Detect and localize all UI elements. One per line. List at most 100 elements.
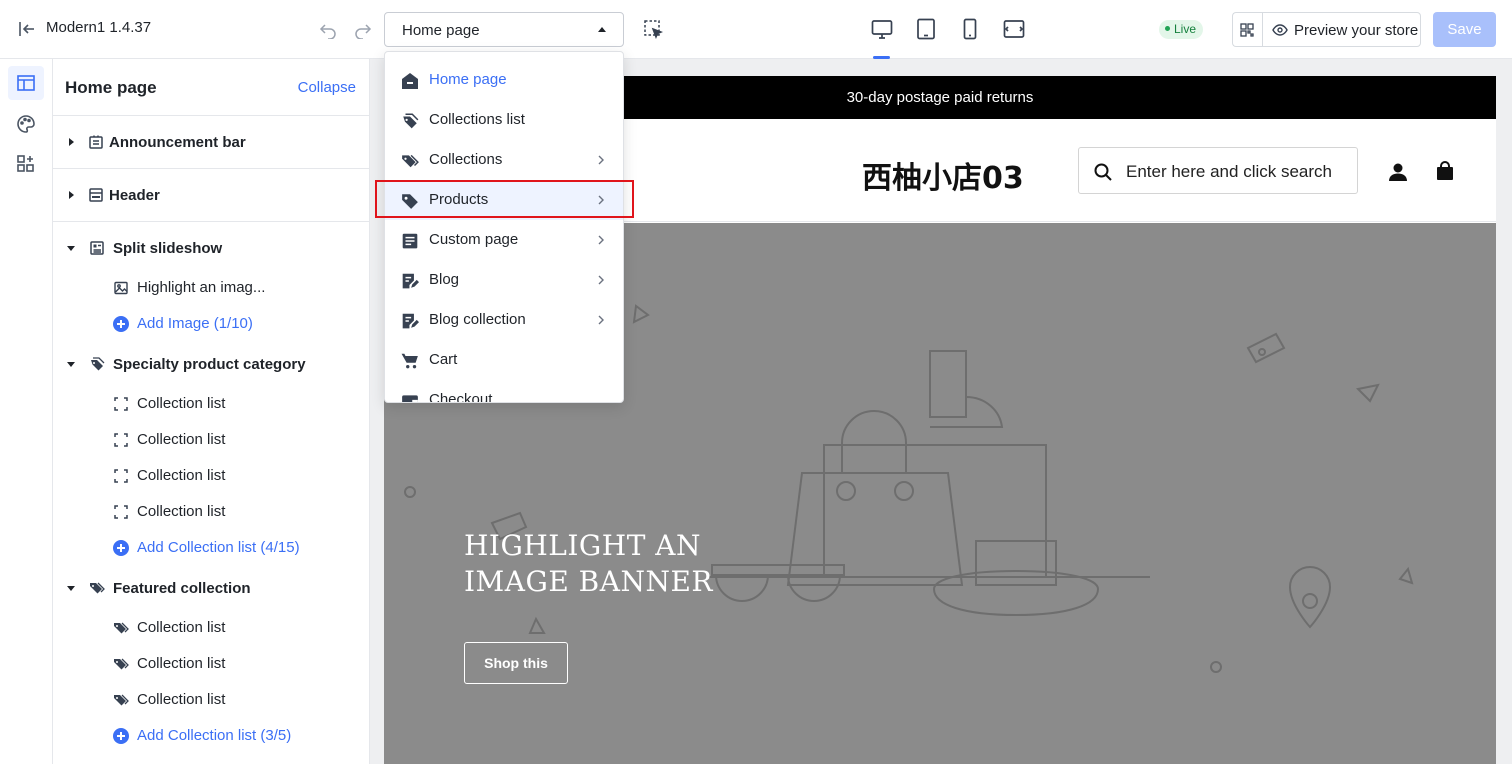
hero-title[interactable]: HIGHLIGHT AN IMAGE BANNER	[464, 528, 713, 600]
exit-icon[interactable]	[16, 19, 36, 39]
dashed-square-icon	[114, 397, 128, 411]
block-item[interactable]: Collection list	[53, 464, 369, 488]
undo-icon[interactable]	[318, 19, 338, 39]
section-split-slideshow[interactable]: Split slideshow	[53, 235, 369, 261]
chevron-right-icon	[598, 275, 604, 285]
dropdown-item-label: Custom page	[429, 231, 519, 248]
block-label: Collection list	[137, 503, 226, 520]
add-circle-icon	[113, 540, 129, 556]
dropdown-item-label: Collections list	[429, 111, 525, 128]
search-icon	[1094, 163, 1112, 181]
tablet-view-icon[interactable]	[914, 17, 938, 41]
tags-icon	[114, 658, 129, 670]
page-selector-dropdown: Home page Collections list Collections P…	[384, 51, 624, 403]
add-block-button[interactable]: Add Collection list (4/15)	[53, 536, 369, 560]
block-label: Collection list	[137, 655, 226, 672]
section-header[interactable]: Header	[53, 182, 369, 208]
collections-icon	[91, 357, 105, 371]
block-item[interactable]: Collection list	[53, 500, 369, 524]
dropdown-item-custom-page[interactable]: Custom page	[385, 220, 623, 260]
section-label: Featured collection	[113, 580, 251, 597]
live-badge-label: Live	[1174, 22, 1197, 36]
add-block-button[interactable]: Add Image (1/10)	[53, 312, 369, 336]
dropdown-item-label: Blog	[429, 271, 460, 288]
add-block-button[interactable]: Add Collection list (3/5)	[53, 724, 369, 748]
block-label: Collection list	[137, 691, 226, 708]
section-featured-collection[interactable]: Featured collection	[53, 575, 369, 601]
block-item[interactable]: Collection list	[53, 652, 369, 676]
page-selector-value: Home page	[402, 22, 480, 39]
divider	[53, 168, 369, 169]
store-search-box[interactable]: Enter here and click search	[1078, 147, 1358, 194]
add-block-label: Add Collection list (4/15)	[137, 539, 300, 556]
shopping-bag-icon[interactable]	[1436, 161, 1454, 181]
dropdown-item-cart[interactable]: Cart	[385, 340, 623, 380]
save-button[interactable]: Save	[1433, 12, 1496, 47]
dropdown-item-label: Checkout	[429, 391, 493, 403]
section-announcement-bar[interactable]: Announcement bar	[53, 129, 369, 155]
rail-theme-settings-tab[interactable]	[8, 107, 44, 141]
highlight-annotation	[375, 180, 634, 218]
search-placeholder: Enter here and click search	[1126, 162, 1332, 181]
home-icon	[402, 73, 418, 89]
announcement-icon	[89, 135, 103, 149]
dropdown-item-collections[interactable]: Collections	[385, 140, 623, 180]
collapse-arrow-icon[interactable]	[67, 586, 75, 591]
rail-apps-tab[interactable]	[8, 147, 44, 181]
expand-arrow-icon[interactable]	[69, 191, 74, 199]
dropdown-item-collections-list[interactable]: Collections list	[385, 100, 623, 140]
inspect-select-icon[interactable]	[643, 19, 663, 39]
hero-shop-button[interactable]: Shop this	[464, 642, 568, 684]
rail-sections-tab[interactable]	[8, 66, 44, 100]
section-label: Specialty product category	[113, 356, 306, 373]
block-label: Collection list	[137, 395, 226, 412]
preview-store-label: Preview your store	[1294, 22, 1419, 39]
dashed-square-icon	[114, 469, 128, 483]
block-item[interactable]: Collection list	[53, 392, 369, 416]
expand-arrow-icon[interactable]	[69, 138, 74, 146]
qr-code-icon	[1240, 23, 1254, 37]
block-item[interactable]: Highlight an imag...	[53, 276, 369, 300]
wallet-icon	[402, 395, 418, 402]
section-specialty-product-category[interactable]: Specialty product category	[53, 351, 369, 377]
desktop-view-icon[interactable]	[870, 17, 894, 41]
add-circle-icon	[113, 728, 129, 744]
account-icon[interactable]	[1388, 162, 1408, 182]
collapse-arrow-icon[interactable]	[67, 362, 75, 367]
block-item[interactable]: Collection list	[53, 616, 369, 640]
page-icon	[402, 233, 418, 249]
dropdown-item-blog-collection[interactable]: Blog collection	[385, 300, 623, 340]
tags-icon	[402, 154, 419, 168]
fullscreen-icon[interactable]	[1002, 17, 1026, 41]
layout-icon	[17, 75, 35, 91]
preview-store-button[interactable]: Preview your store	[1262, 12, 1421, 47]
redo-icon[interactable]	[353, 19, 373, 39]
tags-icon	[90, 582, 105, 594]
hero-title-line: IMAGE BANNER	[464, 565, 713, 598]
chevron-right-icon	[598, 155, 604, 165]
store-logo-text[interactable]: 西柚小店03	[862, 153, 1024, 197]
eye-icon	[1272, 24, 1288, 36]
collapse-arrow-icon[interactable]	[67, 246, 75, 251]
qr-code-button[interactable]	[1232, 12, 1262, 47]
divider	[53, 115, 369, 116]
section-label: Header	[109, 187, 160, 204]
collapse-link[interactable]: Collapse	[298, 79, 356, 96]
caret-up-icon	[598, 27, 606, 32]
palette-icon	[17, 115, 35, 133]
dropdown-item-home-page[interactable]: Home page	[385, 60, 623, 100]
block-item[interactable]: Collection list	[53, 428, 369, 452]
blog-icon	[402, 273, 419, 289]
block-label: Collection list	[137, 467, 226, 484]
dropdown-item-label: Collections	[429, 151, 503, 168]
mobile-view-icon[interactable]	[958, 17, 982, 41]
dropdown-item-blog[interactable]: Blog	[385, 260, 623, 300]
left-rail	[0, 59, 53, 764]
dropdown-item-checkout[interactable]: Checkout	[385, 380, 623, 403]
theme-title: Modern1 1.4.37	[46, 19, 152, 36]
block-item[interactable]: Collection list	[53, 688, 369, 712]
dropdown-item-label: Blog collection	[429, 311, 526, 328]
section-label: Split slideshow	[113, 240, 223, 257]
page-selector[interactable]: Home page	[384, 12, 624, 47]
tags-icon	[114, 622, 129, 634]
